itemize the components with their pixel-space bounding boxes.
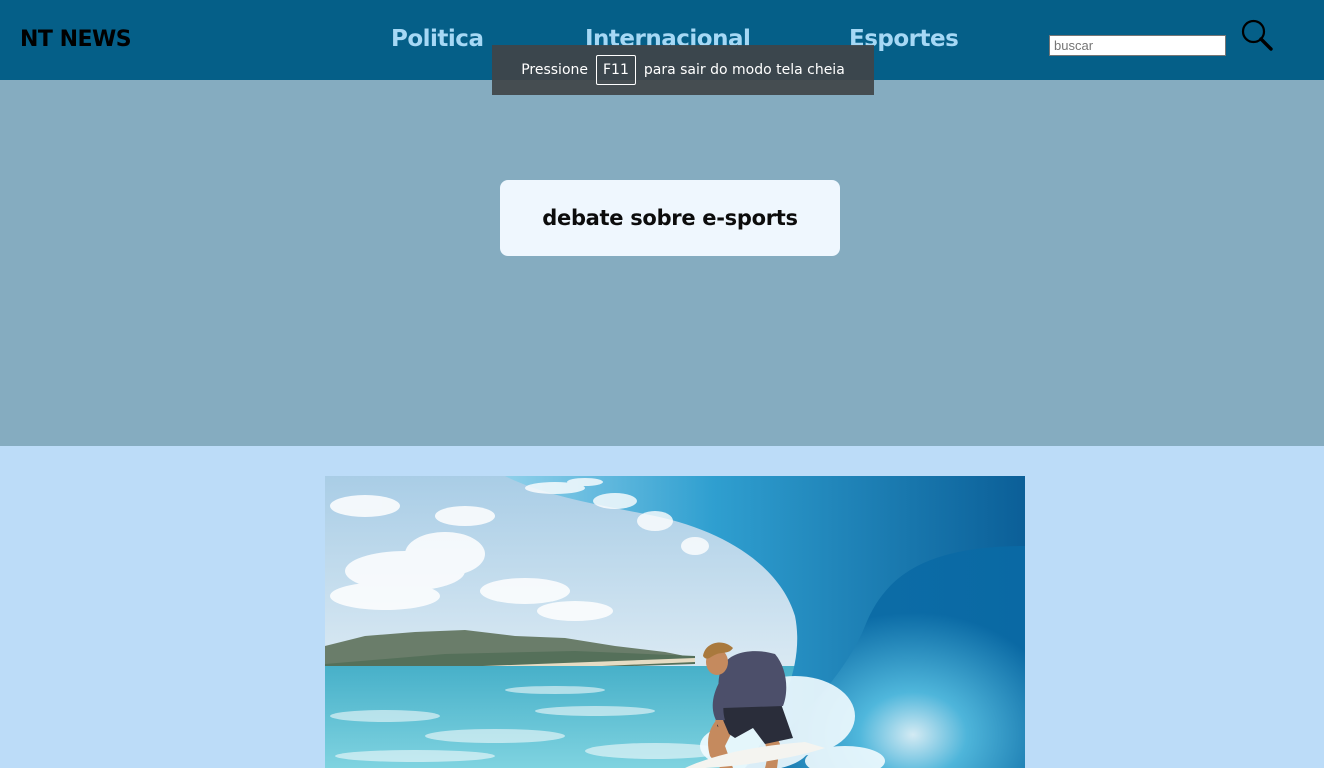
search-input[interactable] [1049, 35, 1226, 56]
search-icon [1241, 19, 1273, 51]
hero-banner: debate sobre e-sports [0, 80, 1324, 446]
fullscreen-exit-toast: Pressione F11 para sair do modo tela che… [492, 45, 874, 95]
headline-card[interactable]: debate sobre e-sports [500, 180, 840, 256]
search-button[interactable] [1240, 18, 1276, 54]
toast-suffix: para sair do modo tela cheia [643, 62, 845, 78]
nav-link-politica[interactable]: Politica [391, 26, 484, 52]
surfer-photo [325, 476, 1025, 768]
surfer-illustration [325, 476, 1025, 768]
site-logo[interactable]: NT NEWS [20, 27, 132, 52]
toast-prefix: Pressione [521, 62, 588, 78]
f11-key-badge: F11 [596, 55, 636, 85]
